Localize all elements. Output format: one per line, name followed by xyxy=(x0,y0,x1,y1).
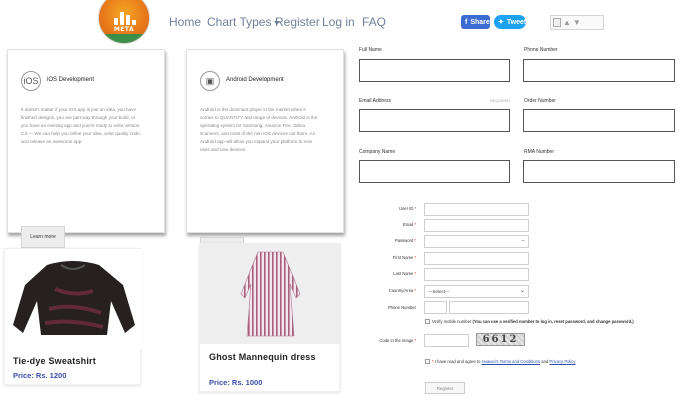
phone-number-label: Phone Number xyxy=(524,47,558,53)
company-name-input[interactable] xyxy=(359,160,510,183)
share-label: Share xyxy=(470,18,490,26)
product-name: Ghost Mannequin dress xyxy=(209,352,316,362)
user-id-input[interactable] xyxy=(424,203,529,216)
tweet-button[interactable]: ✦ Tweet xyxy=(494,15,526,29)
product-price: Price: Rs. 1200 xyxy=(13,371,67,380)
terms-link[interactable]: Huawei's Terms and Conditions xyxy=(482,359,540,364)
nav-login[interactable]: Log in xyxy=(322,15,355,29)
password-input[interactable]: ⌣ xyxy=(424,235,529,248)
verify-mobile-checkbox[interactable] xyxy=(425,319,430,324)
agree-terms-text: * I have read and agree to Huawei's Term… xyxy=(432,359,576,364)
nav-chart-types[interactable]: Chart Types xyxy=(207,15,281,29)
rma-number-input[interactable] xyxy=(523,160,675,183)
register-button[interactable]: Register xyxy=(425,382,465,394)
email-input[interactable] xyxy=(424,219,529,232)
product-name: Tie-dye Sweatshirt xyxy=(13,356,96,366)
country-label: Country/Area* xyxy=(388,288,416,293)
learn-more-button[interactable]: Learn more xyxy=(21,226,65,248)
site-logo[interactable]: META xyxy=(98,0,150,44)
user-id-label: User ID* xyxy=(399,206,416,211)
country-select[interactable]: ---Select--- ⌄ xyxy=(424,285,529,298)
apple-icon: iOS xyxy=(21,71,41,91)
nav-register[interactable]: Register xyxy=(275,15,320,29)
captcha-image[interactable]: 6612 xyxy=(476,333,525,346)
password-label: Password* xyxy=(394,238,416,243)
agree-terms-checkbox[interactable] xyxy=(425,359,430,364)
dress-image xyxy=(200,244,341,344)
first-name-label: First Name* xyxy=(392,255,416,260)
nav-faq[interactable]: FAQ xyxy=(362,15,386,29)
captcha-input[interactable] xyxy=(424,334,469,347)
logo-text: META xyxy=(113,26,135,33)
phone-label: Phone Number xyxy=(387,305,416,310)
captcha-label: Code in the image* xyxy=(379,338,416,343)
ios-card: iOS iOS Development It doesn't matter if… xyxy=(7,49,165,248)
verify-mobile-text: Verify mobile number (You can use a veri… xyxy=(432,319,634,324)
email-label: Email* xyxy=(402,222,416,227)
phone-input[interactable] xyxy=(449,301,529,314)
card-title: Android Development xyxy=(226,77,284,83)
rma-number-label: RMA Number xyxy=(524,149,555,155)
company-name-label: Company Name xyxy=(359,149,396,155)
nav-home[interactable]: Home xyxy=(169,15,201,29)
android-icon: ▣ xyxy=(200,71,220,91)
product-card[interactable]: Tie-dye Sweatshirt Price: Rs. 1200 xyxy=(4,248,142,385)
country-select-value: ---Select--- xyxy=(428,289,450,294)
email-address-label: Email Address xyxy=(359,98,391,104)
full-name-input[interactable] xyxy=(359,59,510,82)
tweet-label: Tweet xyxy=(506,18,527,26)
required-hint: REQUIRED xyxy=(490,99,511,103)
privacy-link[interactable]: Privacy Policy xyxy=(549,359,575,364)
last-name-input[interactable] xyxy=(424,268,529,281)
top-navbar: META Home Chart Types Register Log in FA… xyxy=(0,0,700,44)
full-name-label: Full Name xyxy=(359,47,382,53)
nav-chart-types-label: Chart Types xyxy=(207,15,272,29)
facebook-share-button[interactable]: f Share xyxy=(461,15,490,29)
card-text: It doesn't matter if your iOS app is jus… xyxy=(21,107,141,144)
facebook-icon: f xyxy=(465,18,468,26)
last-name-label: Last Name* xyxy=(393,271,416,276)
card-text: Android is the dominant player in the ma… xyxy=(200,107,318,152)
order-number-input[interactable] xyxy=(523,109,675,132)
phone-number-input[interactable] xyxy=(523,59,675,82)
thumb-down-icon[interactable]: ▼ xyxy=(573,18,581,27)
product-price: Price: Rs. 1000 xyxy=(209,378,263,387)
widget-icon xyxy=(553,18,561,27)
first-name-input[interactable] xyxy=(424,252,529,265)
vote-widget[interactable]: ▲ ▼ xyxy=(550,15,604,30)
country-code-input[interactable] xyxy=(424,301,447,314)
product-card[interactable]: Ghost Mannequin dress Price: Rs. 1000 xyxy=(199,243,341,392)
twitter-icon: ✦ xyxy=(498,19,504,26)
order-number-label: Order Number xyxy=(524,98,556,104)
chevron-down-icon: ⌄ xyxy=(519,288,525,294)
thumb-up-icon[interactable]: ▲ xyxy=(563,18,571,27)
android-card: ▣ Android Development Android is the dom… xyxy=(186,49,344,259)
eye-hidden-icon[interactable]: ⌣ xyxy=(521,238,525,245)
sweatshirt-image xyxy=(5,249,142,349)
logo-chart-icon xyxy=(114,11,136,25)
email-address-input[interactable] xyxy=(359,109,510,132)
card-title: iOS Development xyxy=(47,77,95,83)
